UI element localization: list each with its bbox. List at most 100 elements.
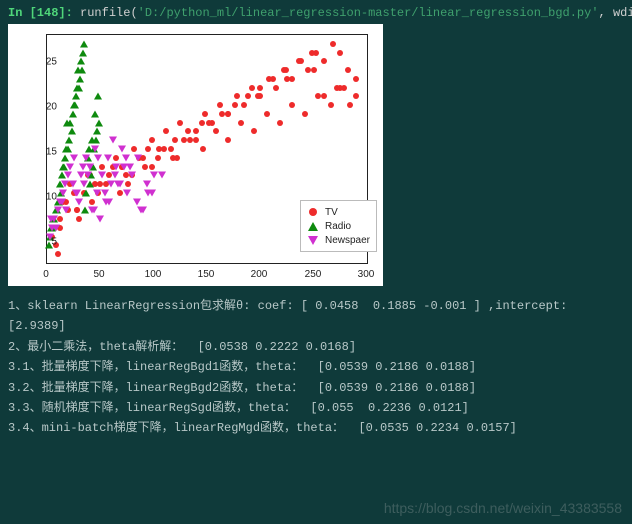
data-point xyxy=(123,189,131,196)
data-point xyxy=(65,137,73,144)
data-point xyxy=(225,111,231,117)
output-line-1: 1、sklearn LinearRegression包求解θ: coef: [ … xyxy=(8,296,624,337)
data-point xyxy=(238,120,244,126)
data-point xyxy=(321,58,327,64)
data-point xyxy=(76,216,82,222)
data-point xyxy=(337,50,343,56)
data-point xyxy=(330,41,336,47)
data-point xyxy=(321,93,327,99)
xtick: 300 xyxy=(358,269,375,280)
data-point xyxy=(63,119,71,126)
xtick: 100 xyxy=(145,269,162,280)
data-point xyxy=(347,102,353,108)
data-point xyxy=(122,154,130,161)
data-point xyxy=(68,128,76,135)
data-point xyxy=(66,163,74,170)
data-point xyxy=(185,128,191,134)
data-point xyxy=(257,85,263,91)
data-point xyxy=(200,146,206,152)
legend-item-radio: Radio xyxy=(307,219,370,233)
data-point xyxy=(111,172,119,179)
data-point xyxy=(82,154,90,161)
data-point xyxy=(92,137,100,144)
data-point xyxy=(161,146,167,152)
data-point xyxy=(128,172,136,179)
runfile-call: runfile xyxy=(80,6,130,20)
data-point xyxy=(82,189,90,196)
data-point xyxy=(251,128,257,134)
data-point xyxy=(47,216,55,223)
data-point xyxy=(353,93,359,99)
data-point xyxy=(134,154,142,161)
data-point xyxy=(232,102,238,108)
data-point xyxy=(341,85,347,91)
data-point xyxy=(270,76,276,82)
data-point xyxy=(91,146,99,153)
data-point xyxy=(219,111,225,117)
data-point xyxy=(284,76,290,82)
data-point xyxy=(177,120,183,126)
data-point xyxy=(98,172,106,179)
data-point xyxy=(150,172,158,179)
data-point xyxy=(113,155,119,161)
data-point xyxy=(202,111,208,117)
watermark: https://blog.csdn.net/weixin_43383558 xyxy=(384,500,622,516)
legend-label: TV xyxy=(325,207,338,218)
output-line-4: 3.2、批量梯度下降，linearRegBgd2函数，theta： [0.053… xyxy=(8,378,624,398)
data-point xyxy=(59,189,67,196)
prompt-label: In xyxy=(8,6,30,20)
xtick: 200 xyxy=(251,269,268,280)
data-point xyxy=(94,93,102,100)
xtick: 0 xyxy=(43,269,49,280)
data-point xyxy=(131,146,137,152)
data-point xyxy=(158,172,166,179)
plot-legend: TV Radio Newspaer xyxy=(300,200,377,252)
prompt-number: [148] xyxy=(30,6,66,20)
data-point xyxy=(145,146,151,152)
data-point xyxy=(112,163,120,170)
data-point xyxy=(142,164,148,170)
data-point xyxy=(95,119,103,126)
data-point xyxy=(193,137,199,143)
script-path: 'D:/python_ml/linear_regression-master/l… xyxy=(138,6,599,20)
data-point xyxy=(76,75,84,82)
data-point xyxy=(174,155,180,161)
data-point xyxy=(89,199,95,205)
data-point xyxy=(241,102,247,108)
data-point xyxy=(69,110,77,117)
data-point xyxy=(315,93,321,99)
output-line-5: 3.3、随机梯度下降，linearRegSgd函数，theta： [0.055 … xyxy=(8,398,624,418)
data-point xyxy=(277,120,283,126)
data-point xyxy=(143,181,151,188)
data-point xyxy=(273,85,279,91)
data-point xyxy=(133,198,141,205)
data-point xyxy=(97,181,103,187)
data-point xyxy=(225,137,231,143)
data-point xyxy=(328,102,334,108)
data-point xyxy=(137,207,145,214)
ytick: 10 xyxy=(27,192,57,203)
data-point xyxy=(91,110,99,117)
data-point xyxy=(283,67,289,73)
scatter-plot: 5 10 15 20 25 0 50 100 150 200 250 300 T… xyxy=(8,24,383,286)
data-point xyxy=(353,76,359,82)
data-point xyxy=(289,76,295,82)
data-point xyxy=(52,224,60,231)
xtick: 50 xyxy=(93,269,104,280)
data-point xyxy=(117,190,123,196)
data-point xyxy=(255,93,261,99)
data-point xyxy=(75,84,83,91)
data-point xyxy=(345,67,351,73)
data-point xyxy=(334,85,340,91)
data-point xyxy=(74,67,82,74)
data-point xyxy=(206,120,212,126)
data-point xyxy=(96,216,104,223)
data-point xyxy=(264,111,270,117)
xtick: 150 xyxy=(198,269,215,280)
data-point xyxy=(187,137,193,143)
data-point xyxy=(73,189,81,196)
output-line-2: 2、最小二乘法，theta解析解： [0.0538 0.2222 0.0168] xyxy=(8,337,624,357)
data-point xyxy=(93,128,101,135)
data-point xyxy=(79,49,87,56)
data-point xyxy=(109,137,117,144)
